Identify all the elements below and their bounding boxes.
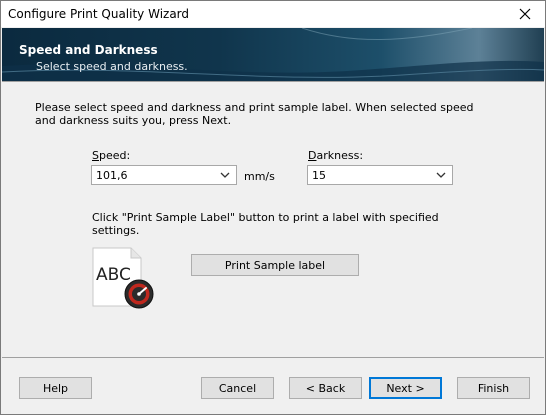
back-button-label: < Back [305,381,346,395]
finish-button[interactable]: Finish [457,377,530,399]
cancel-button[interactable]: Cancel [201,377,274,399]
speed-label-rest: peed: [98,149,131,162]
header-divider [2,81,544,82]
print-sample-button[interactable]: Print Sample label [191,254,359,276]
sample-instructions: Click "Print Sample Label" button to pri… [92,211,439,237]
footer-divider [2,357,544,358]
banner-title: Speed and Darkness [19,43,158,57]
speed-unit: mm/s [244,170,275,183]
help-button-label: Help [42,381,69,395]
speed-label: Speed: [92,149,130,162]
darkness-label: Darkness: [308,149,363,162]
close-icon [519,8,531,20]
print-sample-label: Print Sample label [224,258,326,272]
chevron-down-icon [436,172,446,178]
next-button[interactable]: Next > [369,377,442,399]
header-banner: Speed and Darkness Select speed and dark… [2,28,544,81]
darkness-value: 15 [312,169,326,182]
finish-button-label: Finish [477,381,510,395]
window-title: Configure Print Quality Wizard [8,7,190,21]
cancel-button-label: Cancel [218,381,257,395]
speed-value: 101,6 [96,169,128,182]
back-button[interactable]: < Back [289,377,362,399]
sample-label-icon: ABC [92,247,154,309]
chevron-down-icon [220,172,230,178]
darkness-label-rest: arkness: [316,149,364,162]
banner-subtitle: Select speed and darkness. [36,60,188,73]
speed-label-mnemonic: S [92,149,99,162]
sample-icon-text: ABC [96,265,131,285]
speed-dropdown[interactable]: 101,6 [91,165,237,185]
title-bar: Configure Print Quality Wizard [1,1,545,27]
darkness-dropdown[interactable]: 15 [307,165,453,185]
close-button[interactable] [505,1,545,27]
wizard-window: Configure Print Quality Wizard Speed and… [0,0,546,415]
instructions-text: Please select speed and darkness and pri… [35,101,474,127]
help-button[interactable]: Help [19,377,92,399]
next-button-label: Next > [386,381,425,395]
